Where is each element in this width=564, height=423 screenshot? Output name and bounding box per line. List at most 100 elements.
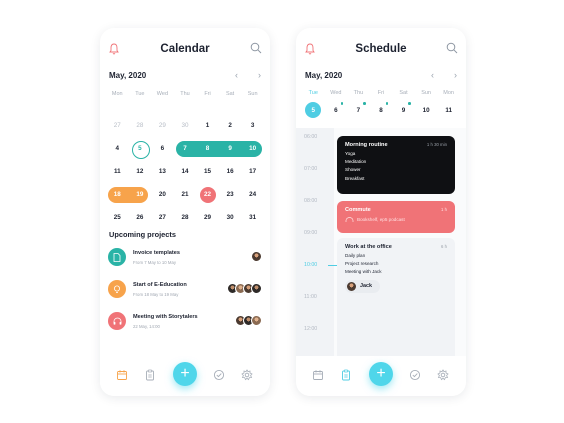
event-dot xyxy=(363,102,366,105)
clipboard-icon[interactable] xyxy=(144,369,156,381)
time-label: 09:00 xyxy=(304,230,318,236)
event-item: Shower xyxy=(345,167,361,173)
schedule-header: Schedule xyxy=(296,42,466,58)
calendar-day[interactable]: 7 xyxy=(174,137,197,160)
calendar-header: Calendar xyxy=(100,42,270,58)
day-number: 6 xyxy=(334,106,338,114)
calendar-day[interactable]: 22 xyxy=(196,183,219,206)
time-label: 08:00 xyxy=(304,198,318,204)
project-item[interactable]: Meeting with Storytalers 22 May, 14:00 xyxy=(108,312,262,334)
calendar-day[interactable]: 19 xyxy=(129,183,152,206)
calendar-day[interactable]: 8 xyxy=(196,137,219,160)
calendar-day[interactable]: 10 xyxy=(241,137,264,160)
calendar-day[interactable]: 30 xyxy=(174,114,197,137)
calendar-day[interactable]: 15 xyxy=(196,160,219,183)
calendar-day[interactable]: 28 xyxy=(129,114,152,137)
calendar-day[interactable]: 25 xyxy=(106,206,129,229)
weekday-label: Mon xyxy=(111,91,123,97)
time-label: 12:00 xyxy=(304,326,318,332)
clipboard-icon[interactable] xyxy=(340,369,352,381)
event-title: Commute xyxy=(345,207,371,213)
chevron-left-icon[interactable]: ‹ xyxy=(235,70,238,80)
week-day[interactable]: 7 xyxy=(347,101,370,119)
day-number: 10 xyxy=(422,106,430,114)
calendar-day[interactable]: 28 xyxy=(174,206,197,229)
calendar-day[interactable]: 1 xyxy=(196,114,219,137)
day-number: 5 xyxy=(311,106,316,114)
project-item[interactable]: Start of E-Education From 18 May to 19 M… xyxy=(108,280,262,302)
calendar-day-today[interactable]: 5 xyxy=(129,137,152,160)
event-title: Work at the office xyxy=(345,244,392,250)
calendar-day[interactable]: 12 xyxy=(129,160,152,183)
calendar-day[interactable]: 3 xyxy=(241,114,264,137)
week-day[interactable]: 9 xyxy=(392,101,415,119)
avatar xyxy=(251,315,262,326)
calendar-day[interactable]: 6 xyxy=(151,137,174,160)
calendar-day[interactable]: 26 xyxy=(129,206,152,229)
calendar-day[interactable]: 29 xyxy=(151,114,174,137)
calendar-day[interactable]: 2 xyxy=(219,114,242,137)
person-chip[interactable]: Jack xyxy=(345,279,380,293)
calendar-day[interactable]: 30 xyxy=(219,206,242,229)
calendar-icon[interactable] xyxy=(116,369,128,381)
calendar-day[interactable]: 27 xyxy=(151,206,174,229)
project-date: 22 May, 14:00 xyxy=(133,324,160,329)
week-day[interactable]: 8 xyxy=(370,101,393,119)
event-duration: 1 h 30 min xyxy=(426,142,447,147)
calendar-screen: Calendar May, 2020 ‹ › Mon Tue Wed Thu F… xyxy=(100,28,270,396)
calendar-icon[interactable] xyxy=(312,369,324,381)
event-card[interactable]: Morning routine 1 h 30 min Yoga Meditati… xyxy=(337,136,455,194)
search-icon[interactable] xyxy=(250,42,262,54)
calendar-day[interactable]: 27 xyxy=(106,114,129,137)
bottom-tab-bar: + xyxy=(100,356,270,396)
project-item[interactable]: Invoice templates From 7 May to 10 May xyxy=(108,248,262,270)
week-strip: Tue Wed Thu Fri Sat Sun Mon 5 6 7 8 9 10… xyxy=(302,90,460,119)
calendar-day[interactable]: 24 xyxy=(241,183,264,206)
calendar-day[interactable]: 21 xyxy=(174,183,197,206)
calendar-day[interactable]: 18 xyxy=(106,183,129,206)
weekday-label: Thu xyxy=(180,91,190,97)
week-day[interactable]: 6 xyxy=(325,101,348,119)
chevron-right-icon[interactable]: › xyxy=(454,70,457,80)
week-day[interactable]: 10 xyxy=(415,101,438,119)
calendar-week: 18 19 20 21 22 23 24 xyxy=(106,183,264,206)
calendar-day[interactable]: 4 xyxy=(106,137,129,160)
week-day[interactable]: 11 xyxy=(437,101,460,119)
weekday-label: Fri xyxy=(377,90,385,96)
project-members xyxy=(251,251,262,263)
project-name: Meeting with Storytalers xyxy=(133,314,198,320)
month-navigation: ‹ › xyxy=(431,70,457,80)
schedule-screen: Schedule May, 2020 ‹ › Tue Wed Thu Fri S… xyxy=(296,28,466,396)
event-item: Daily plan xyxy=(345,253,366,258)
chevron-right-icon[interactable]: › xyxy=(258,70,261,80)
calendar-day[interactable]: 13 xyxy=(151,160,174,183)
gear-icon[interactable] xyxy=(241,369,253,381)
calendar-day[interactable]: 29 xyxy=(196,206,219,229)
check-circle-icon[interactable] xyxy=(213,369,225,381)
day-number: 11 xyxy=(445,106,452,114)
calendar-day[interactable]: 16 xyxy=(219,160,242,183)
event-duration: 6 h xyxy=(441,244,447,249)
add-button[interactable]: + xyxy=(173,362,197,386)
event-card[interactable]: Commute 1 h Bookshelf, ep5 podcast xyxy=(337,201,455,233)
chevron-left-icon[interactable]: ‹ xyxy=(431,70,434,80)
calendar-day[interactable]: 14 xyxy=(174,160,197,183)
weekday-label: Wed xyxy=(330,90,342,96)
search-icon[interactable] xyxy=(446,42,458,54)
upcoming-projects-title: Upcoming projects xyxy=(109,230,176,239)
week-day-selected[interactable]: 5 xyxy=(302,101,325,119)
gear-icon[interactable] xyxy=(437,369,449,381)
calendar-day[interactable]: 31 xyxy=(241,206,264,229)
plus-icon: + xyxy=(180,365,190,382)
add-button[interactable]: + xyxy=(369,362,393,386)
time-label: 11:00 xyxy=(304,294,317,300)
calendar-day[interactable]: 9 xyxy=(219,137,242,160)
calendar-day[interactable]: 17 xyxy=(241,160,264,183)
page-title: Calendar xyxy=(160,43,210,55)
current-time-label: 10:00 xyxy=(304,262,318,268)
plus-icon: + xyxy=(376,365,386,382)
check-circle-icon[interactable] xyxy=(409,369,421,381)
calendar-day[interactable]: 11 xyxy=(106,160,129,183)
calendar-day[interactable]: 23 xyxy=(219,183,242,206)
calendar-day[interactable]: 20 xyxy=(151,183,174,206)
